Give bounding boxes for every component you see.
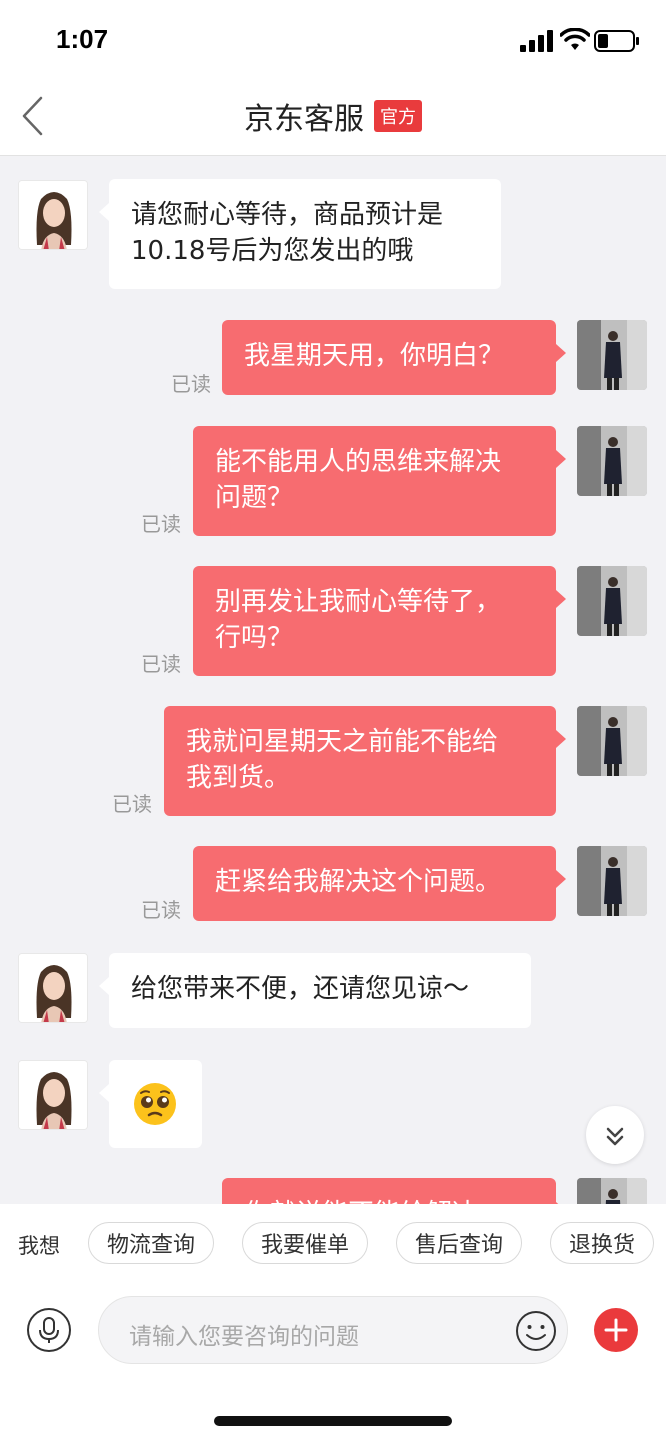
message-bubble-agent: 给您带来不便，还请您见谅～	[99, 953, 531, 1028]
chip-after-sales-query[interactable]: 售后查询	[396, 1222, 522, 1264]
wifi-icon	[560, 28, 590, 50]
page-title: 京东客服	[244, 102, 364, 137]
plus-icon	[604, 1318, 628, 1342]
user-avatar[interactable]	[577, 706, 647, 776]
message-input[interactable]: 请输入您要咨询的问题	[98, 1296, 568, 1364]
message-text-line: 给您带来不便，还请您见谅～	[131, 974, 470, 1004]
battery-icon	[594, 30, 639, 52]
agent-avatar[interactable]	[18, 180, 88, 250]
agent-avatar[interactable]	[18, 953, 88, 1023]
user-photo-icon	[577, 320, 647, 390]
status-time: 1:07	[56, 24, 109, 54]
read-status: 已读	[141, 898, 181, 922]
user-avatar[interactable]	[577, 1178, 647, 1204]
read-status: 已读	[141, 652, 181, 676]
voice-input-button[interactable]	[27, 1308, 71, 1352]
message-text-line: 你就说能不能给解决	[244, 1196, 534, 1204]
status-bar: 1:07	[0, 0, 666, 76]
chip-urge-order[interactable]: 我要催单	[242, 1222, 368, 1264]
message-text-line: 赶紧给我解决这个问题。	[215, 867, 502, 897]
user-photo-icon	[577, 846, 647, 916]
user-photo-icon	[577, 426, 647, 496]
message-input-placeholder: 请输入您要咨询的问题	[129, 1324, 359, 1350]
agent-avatar[interactable]	[18, 1060, 88, 1130]
message-bubble-user: 我星期天用，你明白？	[222, 320, 566, 395]
official-badge: 官方	[374, 100, 422, 132]
message-text-line: 别再发让我耐心等待了，	[215, 587, 502, 617]
nav-bar: 京东客服 官方	[0, 76, 666, 156]
message-text-line: 问题？	[215, 483, 294, 513]
pleading-face-emoji-icon	[134, 1083, 176, 1125]
message-text-line: 10.18号后为您发出的哦	[131, 236, 414, 266]
double-chevron-down-icon	[606, 1127, 624, 1146]
read-status: 已读	[112, 792, 152, 816]
user-avatar[interactable]	[577, 566, 647, 636]
chip-logistics-query[interactable]: 物流查询	[88, 1222, 214, 1264]
message-bubble-user: 能不能用人的思维来解决 问题？	[193, 426, 566, 536]
user-avatar[interactable]	[577, 426, 647, 496]
nav-title-group: 京东客服 官方	[0, 76, 666, 156]
cellular-signal-icon	[520, 30, 553, 52]
add-button[interactable]	[594, 1308, 638, 1352]
user-photo-icon	[577, 566, 647, 636]
user-photo-icon	[577, 706, 647, 776]
user-avatar[interactable]	[577, 320, 647, 390]
agent-portrait-icon	[19, 954, 87, 1022]
message-bubble-user: 你就说能不能给解决	[222, 1178, 566, 1204]
scroll-to-bottom-button[interactable]	[586, 1106, 644, 1164]
agent-portrait-icon	[19, 181, 87, 249]
home-indicator	[214, 1416, 452, 1426]
agent-portrait-icon	[19, 1061, 87, 1129]
read-status: 已读	[141, 512, 181, 536]
message-bubble-user: 我就问星期天之前能不能给 我到货。	[164, 706, 566, 816]
user-avatar[interactable]	[577, 846, 647, 916]
message-text-line: 能不能用人的思维来解决	[215, 447, 502, 477]
message-text-line: 我就问星期天之前能不能给	[186, 727, 499, 757]
message-text-line: 我到货。	[186, 763, 291, 793]
quick-action-label: 我想	[18, 1234, 60, 1258]
quick-action-bar: 我想 物流查询 我要催单 售后查询 退换货	[0, 1204, 666, 1284]
message-text-line: 行吗？	[215, 623, 294, 653]
user-photo-icon	[577, 1178, 647, 1204]
microphone-icon	[39, 1317, 59, 1343]
read-status: 已读	[171, 372, 211, 396]
message-text-line: 我星期天用，你明白？	[244, 341, 505, 371]
message-bubble-user: 别再发让我耐心等待了， 行吗？	[193, 566, 566, 676]
emoji-icon[interactable]	[515, 1310, 557, 1352]
chat-message-list[interactable]: 请您耐心等待，商品预计是 10.18号后为您发出的哦 已读 我星期天用，你明白？…	[0, 156, 666, 1204]
message-bubble-agent: 请您耐心等待，商品预计是 10.18号后为您发出的哦	[99, 179, 501, 289]
message-text-line: 请您耐心等待，商品预计是	[131, 200, 444, 230]
chip-return-exchange[interactable]: 退换货	[550, 1222, 654, 1264]
message-bubble-agent-emoji	[99, 1060, 202, 1148]
input-bar: 请输入您要咨询的问题	[0, 1284, 666, 1440]
message-bubble-user: 赶紧给我解决这个问题。	[193, 846, 566, 921]
